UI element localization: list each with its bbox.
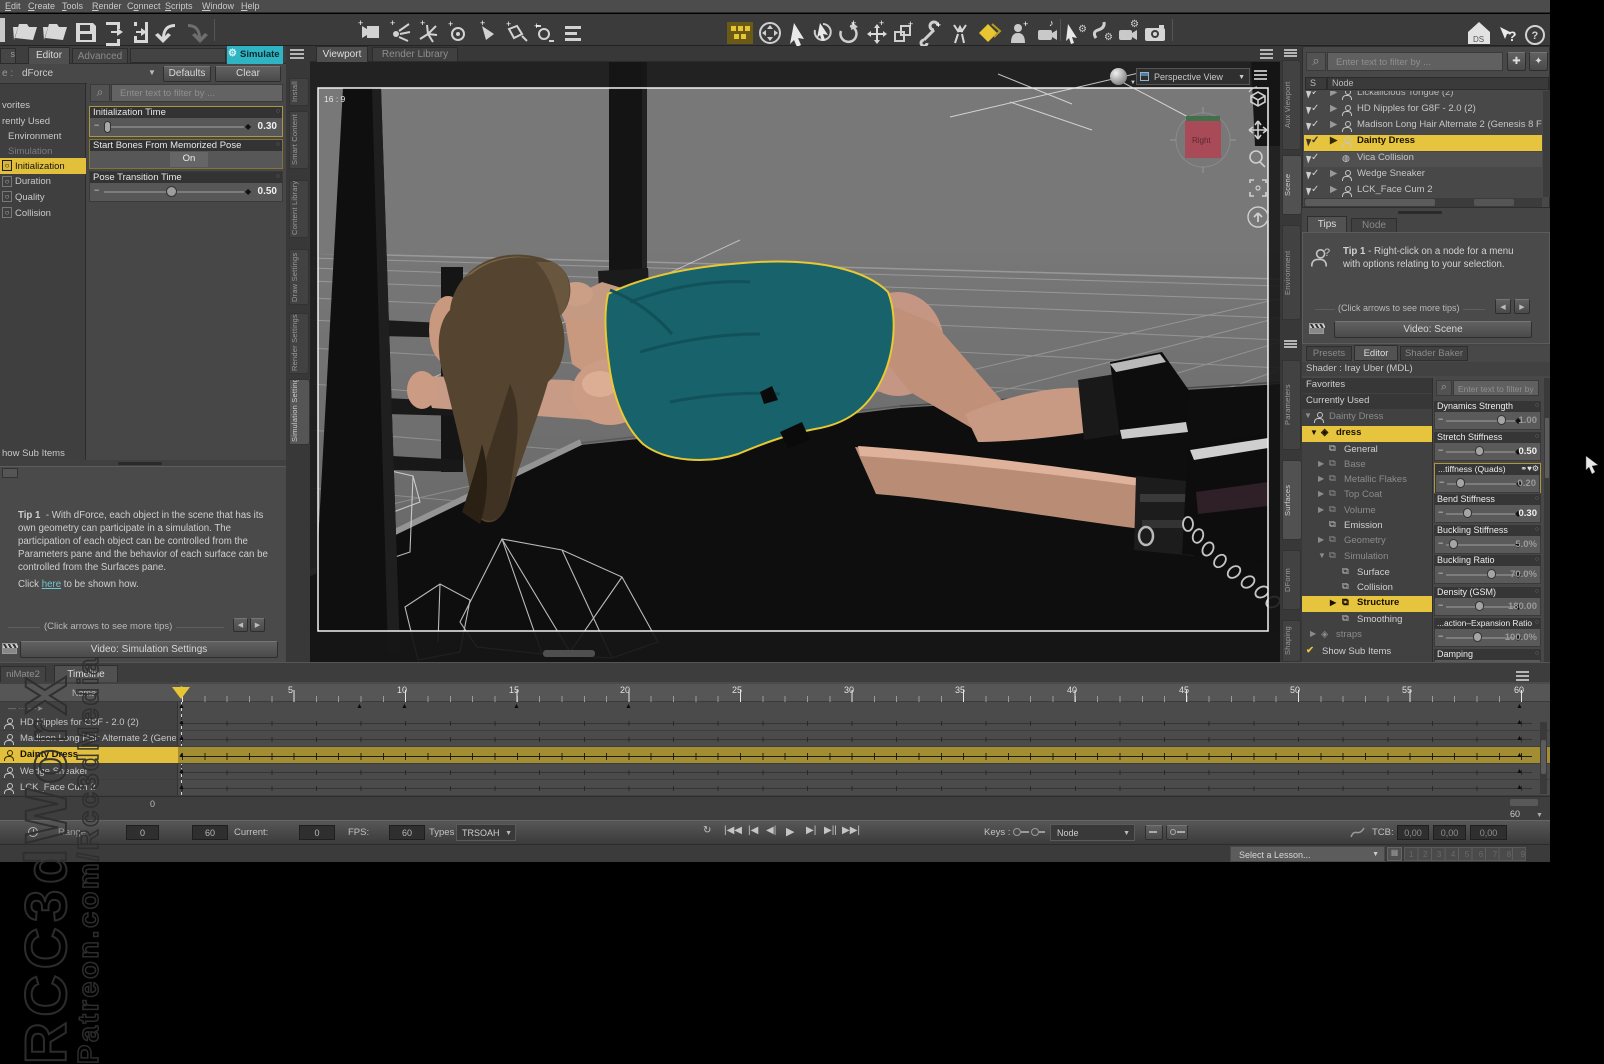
svg-text:+: + (448, 19, 453, 29)
svg-text:+: + (936, 20, 941, 30)
svg-text:+: + (390, 18, 395, 28)
svg-text:+: + (506, 19, 511, 29)
svg-text:+: + (879, 18, 884, 28)
svg-text:⚙: ⚙ (1104, 32, 1113, 43)
svg-text:16 : 9: 16 : 9 (324, 94, 346, 104)
svg-text:?: ? (1532, 30, 1539, 42)
svg-text:?: ? (1508, 28, 1517, 44)
svg-text:DS: DS (1473, 35, 1484, 44)
svg-text:+: + (534, 21, 539, 31)
svg-text:⚙: ⚙ (1130, 19, 1139, 30)
svg-text:Right: Right (1192, 136, 1211, 145)
svg-text:+: + (908, 19, 913, 29)
svg-text:+: + (480, 18, 485, 28)
svg-text:⚙: ⚙ (1078, 24, 1087, 35)
svg-text:+: + (851, 18, 856, 28)
svg-text:+: + (358, 18, 363, 28)
svg-text:♪: ♪ (1049, 18, 1054, 28)
svg-text:+: + (420, 18, 425, 28)
svg-text:+: + (1023, 19, 1028, 29)
